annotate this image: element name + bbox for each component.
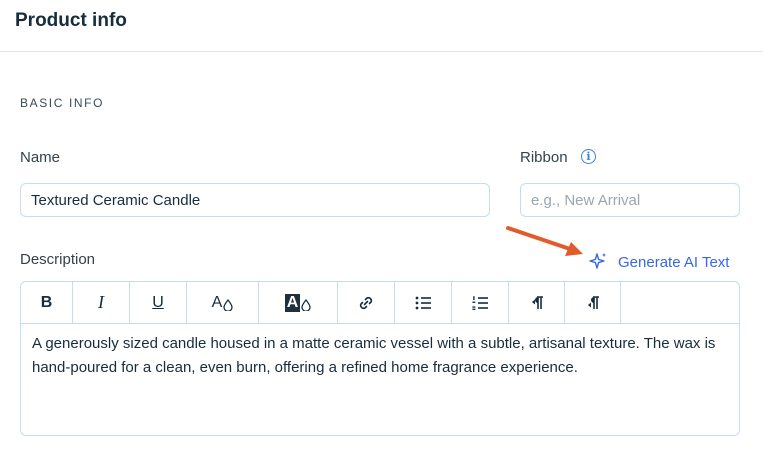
ribbon-label: Ribbon	[520, 149, 568, 166]
arrow-annotation-icon	[506, 226, 583, 256]
drop-icon	[301, 299, 311, 311]
description-label: Description	[20, 251, 96, 268]
highlight-icon: A	[284, 293, 301, 312]
link-button[interactable]	[338, 282, 395, 323]
ribbon-input[interactable]	[520, 183, 740, 217]
bold-icon: B	[40, 293, 53, 311]
underline-icon: U	[152, 293, 164, 311]
generate-ai-text-button[interactable]: Generate AI Text	[588, 250, 729, 274]
italic-button[interactable]: I	[73, 282, 130, 323]
bulleted-list-icon	[415, 296, 431, 309]
underline-button[interactable]: U	[130, 282, 187, 323]
page-header: Product info	[0, 0, 763, 52]
italic-icon: I	[98, 292, 104, 312]
highlight-color-button[interactable]: A	[259, 282, 338, 323]
name-label: Name	[20, 149, 61, 166]
paragraph-ltr-icon	[531, 295, 543, 309]
name-input[interactable]	[20, 183, 490, 217]
sparkle-icon	[589, 253, 606, 269]
rtl-direction-button[interactable]	[565, 282, 621, 323]
description-text[interactable]: A generously sized candle housed in a ma…	[32, 332, 732, 380]
description-editor[interactable]: B I U A A A generously sized candle hous…	[20, 281, 740, 436]
text-color-icon: A	[211, 293, 223, 311]
numbered-list-icon	[472, 295, 488, 310]
page-title: Product info	[15, 10, 127, 31]
drop-icon	[223, 299, 233, 311]
editor-toolbar: B I U A A	[21, 282, 739, 324]
generate-ai-text-label: Generate AI Text	[618, 253, 730, 271]
text-color-button[interactable]: A	[187, 282, 259, 323]
link-icon	[359, 296, 373, 309]
numbered-list-button[interactable]	[452, 282, 509, 323]
ltr-direction-button[interactable]	[509, 282, 565, 323]
bold-button[interactable]: B	[21, 282, 73, 323]
bulleted-list-button[interactable]	[395, 282, 452, 323]
paragraph-rtl-icon	[587, 295, 599, 309]
section-title: BASIC INFO	[20, 96, 105, 110]
info-icon[interactable]: i	[581, 149, 596, 164]
